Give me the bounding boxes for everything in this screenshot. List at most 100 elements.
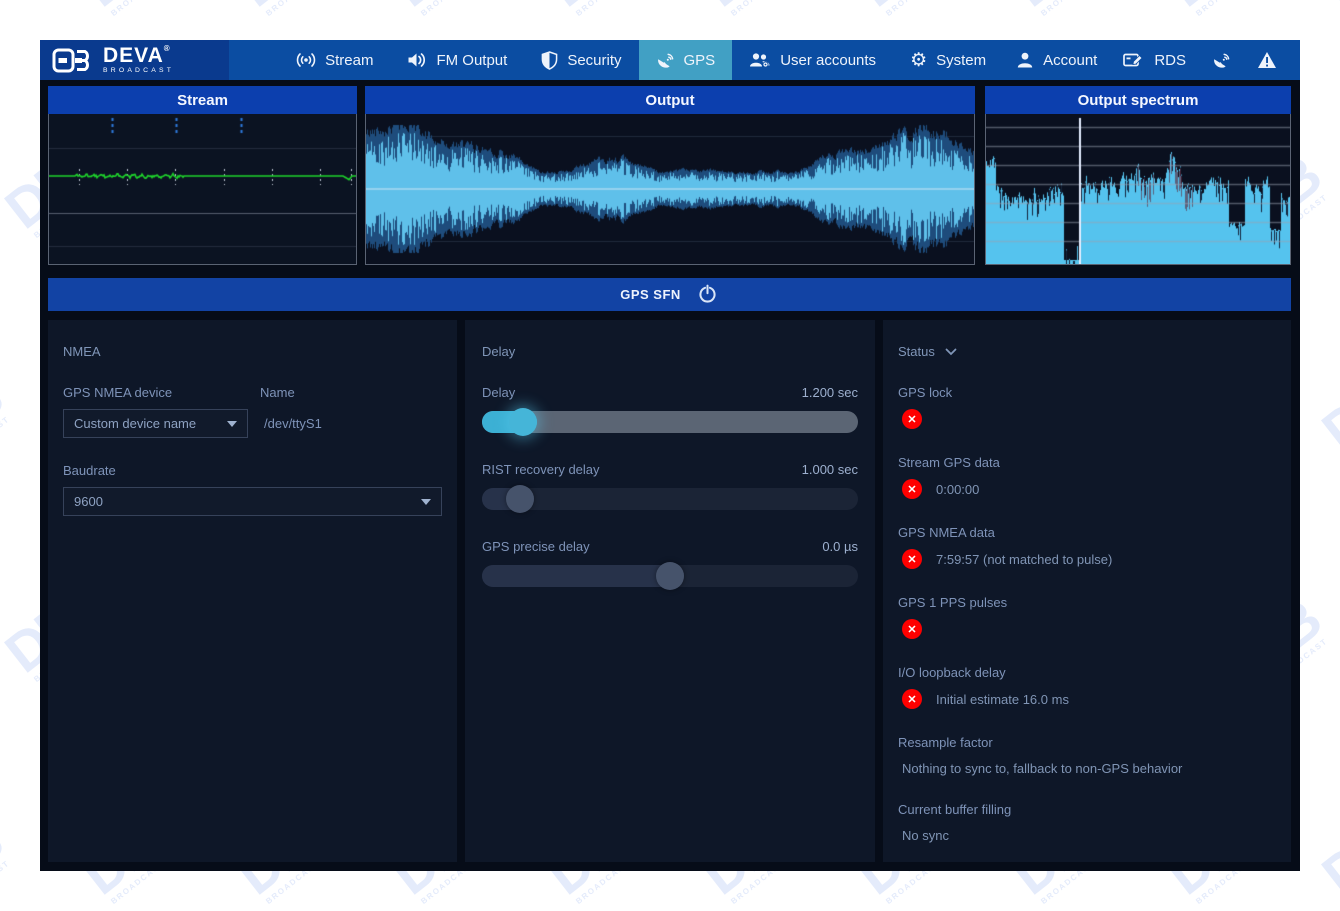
status-item: Stream GPS data ✕ 0:00:00: [898, 455, 1276, 499]
precise-slider-fill: [482, 565, 684, 587]
gps-1pps-pulses-label: GPS 1 PPS pulses: [898, 595, 1276, 610]
deva-watermark: DBBROADCAST: [1160, 0, 1256, 21]
gps-nmea-device-select[interactable]: Custom device name: [63, 409, 248, 438]
app-window: DEVA® BROADCAST Stream FM Output: [40, 40, 1300, 871]
tab-stream[interactable]: Stream: [279, 40, 390, 80]
stream-gps-data-label: Stream GPS data: [898, 455, 1276, 470]
chevron-down-icon: [421, 499, 431, 505]
status-item: GPS NMEA data ✕ 7:59:57 (not matched to …: [898, 525, 1276, 569]
gps-status-indicator[interactable]: [1199, 40, 1244, 80]
gps-nmea-device-value: Custom device name: [74, 416, 196, 431]
gps-nmea-data-row: ✕ 7:59:57 (not matched to pulse): [898, 549, 1276, 569]
name-label: Name: [260, 385, 295, 400]
brand-logo[interactable]: DEVA® BROADCAST: [40, 40, 229, 80]
deva-watermark: DBBROADCAST: [0, 372, 15, 465]
person-icon: [1016, 51, 1034, 69]
account-button[interactable]: Account: [1003, 40, 1110, 80]
nmea-fields-row: Custom device name /dev/ttyS1: [63, 409, 442, 438]
output-canvas: [366, 114, 974, 264]
device-name-value: /dev/ttyS1: [264, 416, 322, 431]
status-item: GPS 1 PPS pulses ✕: [898, 595, 1276, 639]
rist-slider-handle[interactable]: [506, 485, 534, 513]
io-loopback-delay-row: ✕ Initial estimate 16.0 ms: [898, 689, 1276, 709]
stream-gps-data-row: ✕ 0:00:00: [898, 479, 1276, 499]
shield-icon: [541, 51, 558, 70]
gps-sfn-label: GPS SFN: [620, 287, 681, 302]
delay-slider-track[interactable]: [482, 411, 858, 433]
rds-button[interactable]: RDS: [1110, 40, 1199, 80]
rist-recovery-delay-slider[interactable]: [482, 485, 858, 513]
speaker-icon: [407, 51, 427, 69]
gps-precise-delay-label: GPS precise delay: [482, 539, 590, 554]
deva-watermark: DBBROADCAST: [695, 0, 791, 21]
current-buffer-filling-label: Current buffer filling: [898, 802, 1276, 817]
precise-slider-handle[interactable]: [656, 562, 684, 590]
stream-panel-title: Stream: [48, 86, 357, 114]
nav-tabs: Stream FM Output Security: [279, 40, 1003, 80]
rist-recovery-delay-value: 1.000 sec: [802, 462, 858, 477]
alarm-indicator[interactable]: [1244, 40, 1290, 80]
error-badge: ✕: [902, 619, 922, 639]
resample-factor-text: Nothing to sync to, fallback to non-GPS …: [898, 761, 1276, 776]
deva-watermark: DBBROADCAST: [1005, 0, 1101, 21]
gps-nmea-device-label: GPS NMEA device: [63, 385, 260, 400]
deva-watermark: DBBROADCAST: [0, 816, 15, 909]
brand-text: DEVA® BROADCAST: [103, 45, 174, 75]
status-item: Resample factor Nothing to sync to, fall…: [898, 735, 1276, 776]
deva-watermark: DBBROADCAST: [850, 0, 946, 21]
gps-sfn-bar: GPS SFN: [48, 278, 1291, 311]
tab-fm-output[interactable]: FM Output: [390, 40, 524, 80]
io-loopback-delay-label: I/O loopback delay: [898, 665, 1276, 680]
rist-control-labels: RIST recovery delay 1.000 sec: [482, 462, 858, 477]
deva-watermark: DBBROADCAST: [1315, 372, 1340, 465]
satellite-dish-status-icon: [1212, 51, 1231, 70]
rds-edit-icon: [1123, 51, 1145, 69]
tab-user-accounts-label: User accounts: [780, 52, 876, 69]
brand-sub: BROADCAST: [103, 68, 174, 75]
power-button[interactable]: [696, 283, 719, 306]
gps-precise-delay-slider[interactable]: [482, 562, 858, 590]
deva-watermark: DBBROADCAST: [1315, 0, 1340, 21]
page: DBBROADCAST DBBROADCAST DBBROADCAST DBBROAD…: [0, 0, 1340, 911]
gps-lock-row: ✕: [898, 409, 1276, 429]
tab-gps[interactable]: GPS: [639, 40, 733, 80]
resample-factor-label: Resample factor: [898, 735, 1276, 750]
deva-watermark: DBBROADCAST: [540, 0, 636, 21]
delay-control-labels: Delay 1.200 sec: [482, 385, 858, 400]
stream-icon: [296, 51, 316, 69]
deva-watermark: DBBROADCAST: [75, 0, 171, 21]
delay-slider[interactable]: [482, 408, 858, 436]
output-panel: Output: [365, 86, 975, 265]
gps-precise-delay-value: 0.0 µs: [822, 539, 858, 554]
delay-label: Delay: [482, 385, 515, 400]
output-spectrum-panel-title: Output spectrum: [985, 86, 1291, 114]
tab-user-accounts[interactable]: User accounts: [732, 40, 893, 80]
output-panel-body: [365, 114, 975, 265]
deva-watermark: DBBROADCAST: [1315, 816, 1340, 909]
output-spectrum-canvas: [986, 114, 1290, 264]
error-badge: ✕: [902, 689, 922, 709]
tab-system-label: System: [936, 52, 986, 69]
baudrate-value: 9600: [74, 494, 103, 509]
delay-value: 1.200 sec: [802, 385, 858, 400]
deva-watermark: DBBROADCAST: [230, 0, 326, 21]
status-item: Current buffer filling No sync: [898, 802, 1276, 843]
tab-security[interactable]: Security: [524, 40, 638, 80]
stream-panel-body: [48, 114, 357, 265]
io-loopback-delay-text: Initial estimate 16.0 ms: [936, 692, 1069, 707]
nav-right: Account RDS: [1003, 40, 1300, 80]
gps-lock-label: GPS lock: [898, 385, 1276, 400]
baudrate-select[interactable]: 9600: [63, 487, 442, 516]
top-nav: DEVA® BROADCAST Stream FM Output: [40, 40, 1300, 80]
output-panel-title: Output: [365, 86, 975, 114]
precise-control-labels: GPS precise delay 0.0 µs: [482, 539, 858, 554]
status-item: I/O loopback delay ✕ Initial estimate 16…: [898, 665, 1276, 709]
account-label: Account: [1043, 52, 1097, 69]
gps-nmea-data-label: GPS NMEA data: [898, 525, 1276, 540]
rist-slider-track[interactable]: [482, 488, 858, 510]
current-buffer-filling-text: No sync: [898, 828, 1276, 843]
tab-system[interactable]: ⚙ System: [893, 40, 1003, 80]
stream-panel: Stream: [48, 86, 357, 265]
status-heading-row[interactable]: Status: [898, 344, 1276, 359]
deva-watermark: DBBROADCAST: [0, 0, 15, 21]
